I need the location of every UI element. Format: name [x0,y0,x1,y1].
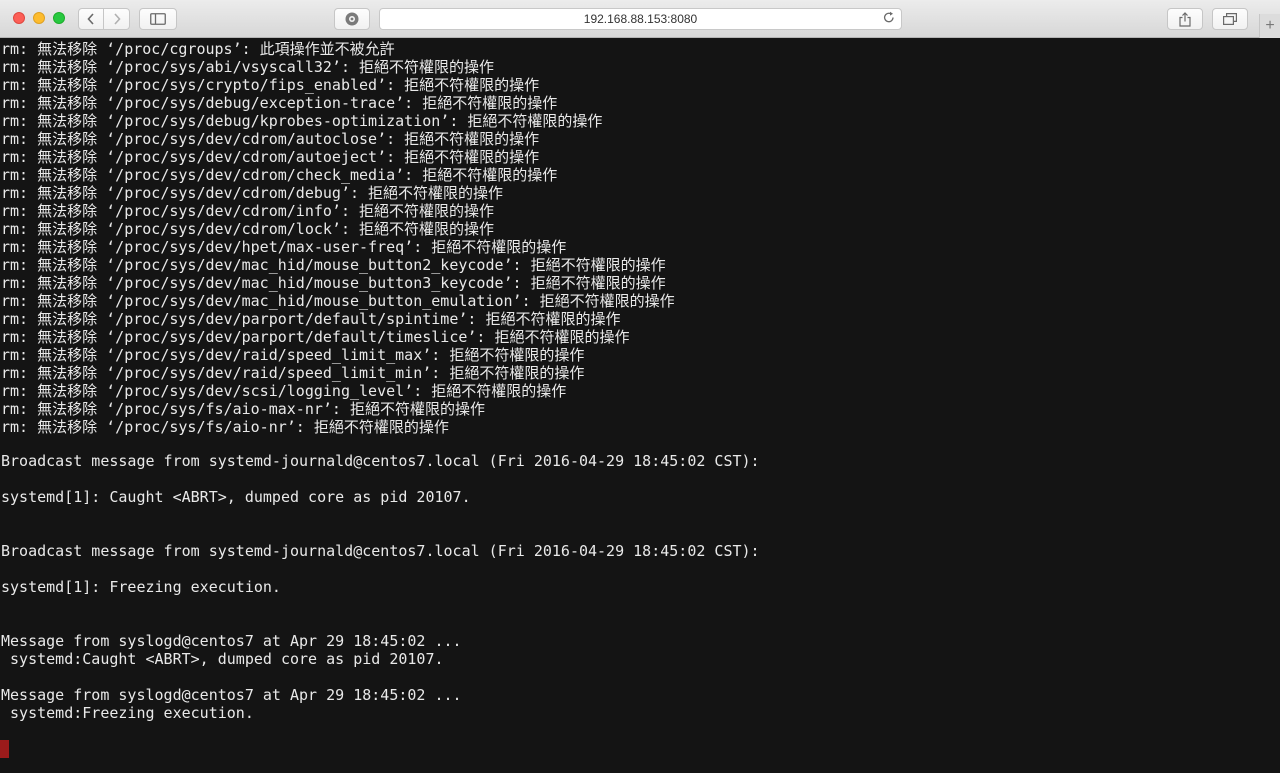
terminal-line: Broadcast message from systemd-journald@… [1,452,760,470]
terminal-line: Message from syslogd@centos7 at Apr 29 1… [1,632,462,650]
terminal-line: rm: 無法移除 ‘/proc/sys/dev/cdrom/lock’: 拒絕不… [1,220,495,238]
terminal-line: rm: 無法移除 ‘/proc/sys/dev/raid/speed_limit… [1,364,585,382]
sidebar-toggle-button[interactable] [139,8,177,30]
new-tab-button[interactable]: + [1259,14,1280,38]
terminal-line: systemd:Caught <ABRT>, dumped core as pi… [1,650,444,668]
terminal-line: systemd[1]: Caught <ABRT>, dumped core a… [1,488,471,506]
forward-button[interactable] [104,8,130,30]
terminal-line: rm: 無法移除 ‘/proc/sys/debug/exception-trac… [1,94,558,112]
terminal-line: rm: 無法移除 ‘/proc/sys/dev/cdrom/info’: 拒絕不… [1,202,495,220]
terminal-line: rm: 無法移除 ‘/proc/sys/fs/aio-max-nr’: 拒絕不符… [1,400,485,418]
terminal-line: systemd[1]: Freezing execution. [1,578,281,596]
plus-icon: + [1265,17,1275,34]
terminal-line: rm: 無法移除 ‘/proc/sys/dev/parport/default/… [1,328,630,346]
url-text[interactable]: 192.168.88.153:8080 [380,12,901,26]
terminal-line: rm: 無法移除 ‘/proc/sys/dev/mac_hid/mouse_bu… [1,274,666,292]
terminal-line: rm: 無法移除 ‘/proc/sys/dev/mac_hid/mouse_bu… [1,292,675,310]
address-bar[interactable]: 192.168.88.153:8080 [379,8,902,30]
terminal-line: rm: 無法移除 ‘/proc/sys/dev/hpet/max-user-fr… [1,238,567,256]
terminal-line: rm: 無法移除 ‘/proc/sys/dev/cdrom/check_medi… [1,166,558,184]
terminal-line: rm: 無法移除 ‘/proc/sys/debug/kprobes-optimi… [1,112,603,130]
share-button[interactable] [1167,8,1203,30]
terminal-line: Message from syslogd@centos7 at Apr 29 1… [1,686,462,704]
site-settings-button[interactable] [334,8,370,30]
terminal-line: rm: 無法移除 ‘/proc/sys/dev/raid/speed_limit… [1,346,585,364]
terminal-line: rm: 無法移除 ‘/proc/sys/fs/aio-nr’: 拒絕不符權限的操… [1,418,449,436]
browser-toolbar: 192.168.88.153:8080 + [0,0,1280,38]
chevron-right-icon [113,13,121,25]
terminal-line: rm: 無法移除 ‘/proc/sys/dev/scsi/logging_lev… [1,382,567,400]
terminal-line: rm: 無法移除 ‘/proc/sys/dev/cdrom/autoeject’… [1,148,540,166]
navigation-buttons [78,8,130,30]
sidebar-icon [150,13,166,25]
terminal-line: systemd:Freezing execution. [1,704,254,722]
terminal-line: rm: 無法移除 ‘/proc/sys/abi/vsyscall32’: 拒絕不… [1,58,495,76]
reload-icon[interactable] [883,11,895,24]
terminal-screen[interactable]: rm: 無法移除 ‘/proc/cgroups’: 此項操作並不被允許 rm: … [0,38,1280,773]
show-tabs-button[interactable] [1212,8,1248,30]
back-button[interactable] [78,8,104,30]
terminal-line: rm: 無法移除 ‘/proc/sys/dev/cdrom/autoclose’… [1,130,540,148]
browser-window: 192.168.88.153:8080 + rm: 無法移除 ‘/proc/cg… [0,0,1280,773]
terminal-line: rm: 無法移除 ‘/proc/sys/crypto/fips_enabled’… [1,76,540,94]
terminal-line: rm: 無法移除 ‘/proc/sys/dev/cdrom/debug’: 拒絕… [1,184,504,202]
terminal-line: rm: 無法移除 ‘/proc/sys/dev/parport/default/… [1,310,621,328]
chevron-left-icon [87,13,95,25]
site-settings-icon [344,11,360,27]
close-window-button[interactable] [13,12,25,24]
terminal-line: rm: 無法移除 ‘/proc/sys/dev/mac_hid/mouse_bu… [1,256,666,274]
terminal-line: rm: 無法移除 ‘/proc/cgroups’: 此項操作並不被允許 [1,40,395,58]
terminal-cursor [0,740,9,758]
share-icon [1179,11,1191,27]
terminal-line: Broadcast message from systemd-journald@… [1,542,760,560]
zoom-window-button[interactable] [53,12,65,24]
tabs-icon [1223,13,1237,25]
minimize-window-button[interactable] [33,12,45,24]
